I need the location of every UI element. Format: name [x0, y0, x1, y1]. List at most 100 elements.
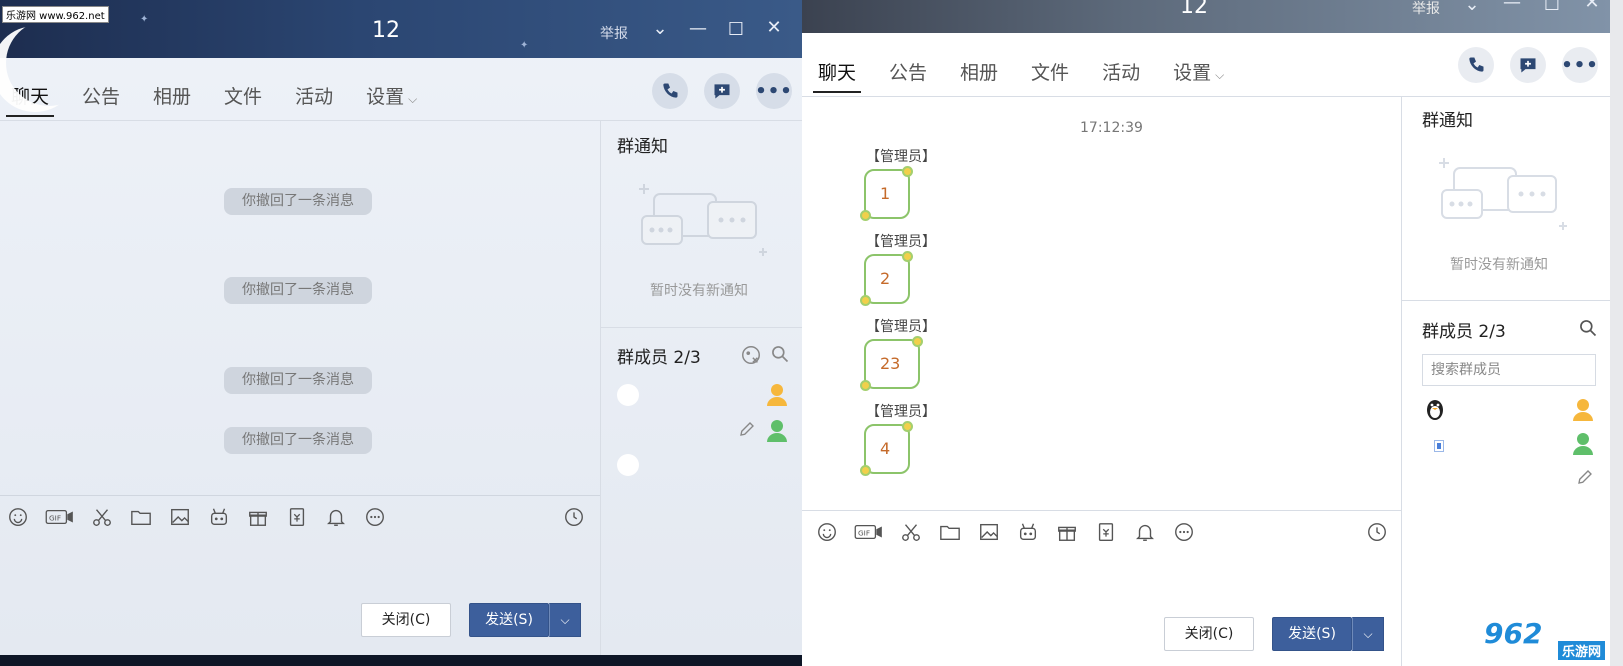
- recalled-message-notice: 你撤回了一条消息: [224, 427, 372, 454]
- member-search-input[interactable]: 搜索群成员: [1422, 354, 1596, 386]
- gif-icon[interactable]: GIF: [854, 520, 884, 544]
- title-bar: ✦ ✦ 12 举报 ⌄ — ☐ ✕: [0, 0, 802, 58]
- lucky-bag-icon[interactable]: [285, 505, 309, 529]
- tab-announcement[interactable]: 公告: [82, 82, 120, 117]
- history-icon[interactable]: [562, 505, 586, 529]
- message-timestamp: 17:12:39: [1080, 120, 1143, 136]
- phone-icon: [1469, 57, 1484, 72]
- more-options-button[interactable]: •••: [755, 73, 792, 109]
- chevron-down-icon[interactable]: ⌄: [648, 18, 672, 39]
- sidebar-section-divider: [600, 327, 802, 328]
- gif-icon[interactable]: GIF: [45, 505, 75, 529]
- sidebar-divider: [1401, 96, 1402, 666]
- flower-decoration: [860, 295, 871, 306]
- minimize-icon[interactable]: —: [686, 18, 710, 39]
- gift-icon[interactable]: [246, 505, 270, 529]
- tab-settings[interactable]: 设置 ⌵: [1173, 58, 1224, 93]
- group-notice-title: 群通知: [617, 137, 668, 157]
- svg-text:GIF: GIF: [858, 529, 870, 538]
- send-button[interactable]: 发送(S): [469, 603, 549, 637]
- maximize-icon[interactable]: ☐: [1540, 0, 1564, 15]
- message-bubble[interactable]: 2: [864, 254, 910, 304]
- penguin-icon[interactable]: [1424, 397, 1446, 421]
- history-icon[interactable]: [1365, 520, 1389, 544]
- input-divider: [802, 510, 1401, 511]
- empty-notice-illustration: [1439, 158, 1567, 230]
- moon-decoration: [6, 20, 92, 106]
- message-bubble[interactable]: 4: [864, 424, 910, 474]
- bell-icon[interactable]: [324, 505, 348, 529]
- lucky-bag-icon[interactable]: [1094, 520, 1118, 544]
- emoji-icon[interactable]: [6, 505, 30, 529]
- tab-activity[interactable]: 活动: [1102, 58, 1140, 93]
- tab-announcement[interactable]: 公告: [889, 58, 927, 93]
- add-chat-icon: [714, 84, 730, 99]
- window-title: 12: [372, 18, 400, 43]
- chevron-down-icon: ⌵: [1215, 68, 1225, 82]
- gift-icon[interactable]: [1055, 520, 1079, 544]
- maximize-icon[interactable]: ☐: [724, 19, 748, 40]
- avatar[interactable]: [617, 384, 639, 406]
- header-divider: [0, 120, 802, 121]
- tab-settings-label: 设置: [1173, 62, 1212, 84]
- tab-files[interactable]: 文件: [224, 82, 262, 117]
- more-options-button[interactable]: •••: [1561, 47, 1598, 83]
- avatar-icon: [1573, 433, 1593, 455]
- search-icon[interactable]: [1578, 318, 1598, 338]
- tab-album[interactable]: 相册: [153, 82, 191, 117]
- group-members-title: 群成员 2/3: [1422, 322, 1506, 342]
- chevron-down-icon: ⌵: [1363, 627, 1373, 641]
- minimize-icon[interactable]: —: [1500, 0, 1524, 13]
- robot-icon[interactable]: [207, 505, 231, 529]
- group-chat-window-left: ✦ ✦ 12 举报 ⌄ — ☐ ✕ 聊天 公告 相册 文件 活动 设置 ⌵ ••• …: [0, 0, 802, 655]
- close-button[interactable]: 关闭(C): [361, 603, 451, 637]
- image-icon[interactable]: [977, 520, 1001, 544]
- folder-icon[interactable]: [938, 520, 962, 544]
- member-manage-icon[interactable]: [740, 344, 762, 366]
- scissors-icon[interactable]: [90, 505, 114, 529]
- chevron-down-icon[interactable]: ⌄: [1460, 0, 1484, 15]
- send-options-button[interactable]: ⌵: [549, 603, 581, 637]
- message-bubble[interactable]: 1: [864, 169, 910, 219]
- tab-files[interactable]: 文件: [1031, 58, 1069, 93]
- title-bar: 12 举报 ⌄ — ☐ ✕: [802, 0, 1610, 33]
- group-notice-title: 群通知: [1422, 111, 1473, 131]
- flower-decoration: [902, 166, 913, 177]
- report-link[interactable]: 举报: [1412, 0, 1440, 18]
- close-window-icon[interactable]: ✕: [1580, 0, 1604, 13]
- robot-icon[interactable]: [1016, 520, 1040, 544]
- voice-call-button[interactable]: [652, 73, 688, 109]
- close-window-icon[interactable]: ✕: [762, 17, 786, 38]
- bell-icon[interactable]: [1133, 520, 1157, 544]
- logo-text: 962: [1484, 617, 1543, 650]
- message-bubble[interactable]: 23: [864, 339, 920, 389]
- folder-icon[interactable]: [129, 505, 153, 529]
- tab-album[interactable]: 相册: [960, 58, 998, 93]
- avatar[interactable]: [617, 454, 639, 476]
- empty-notice-text: 暂时没有新通知: [1450, 257, 1548, 273]
- image-icon[interactable]: [168, 505, 192, 529]
- flower-decoration: [860, 465, 871, 476]
- close-button[interactable]: 关闭(C): [1164, 617, 1254, 651]
- pencil-icon[interactable]: [1576, 468, 1594, 486]
- report-link[interactable]: 举报: [600, 23, 628, 43]
- flower-decoration: [912, 336, 923, 347]
- flower-decoration: [902, 421, 913, 432]
- send-options-button[interactable]: ⌵: [1352, 617, 1384, 651]
- new-chat-button[interactable]: [704, 73, 740, 109]
- scissors-icon[interactable]: [899, 520, 923, 544]
- emoji-icon[interactable]: [815, 520, 839, 544]
- tab-settings[interactable]: 设置 ⌵: [366, 82, 417, 117]
- tab-activity[interactable]: 活动: [295, 82, 333, 117]
- flower-decoration: [902, 251, 913, 262]
- more-icon[interactable]: [1172, 520, 1196, 544]
- new-chat-button[interactable]: [1510, 47, 1546, 83]
- tab-chat[interactable]: 聊天: [812, 58, 862, 93]
- sender-label: 【管理员】: [866, 319, 936, 335]
- search-icon[interactable]: [770, 344, 790, 364]
- pencil-icon[interactable]: [738, 420, 756, 438]
- voice-call-button[interactable]: [1458, 47, 1494, 83]
- send-button[interactable]: 发送(S): [1272, 617, 1352, 651]
- more-icon[interactable]: [363, 505, 387, 529]
- chevron-down-icon: ⌵: [408, 92, 418, 106]
